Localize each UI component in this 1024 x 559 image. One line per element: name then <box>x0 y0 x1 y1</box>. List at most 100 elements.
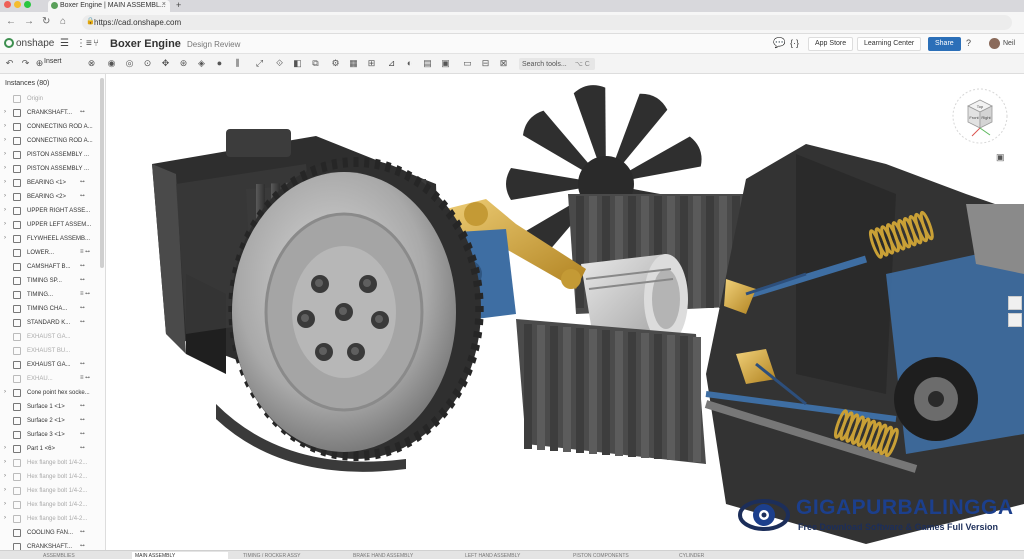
browser-tab[interactable]: Boxer Engine | MAIN ASSEMBL... × <box>48 0 170 12</box>
section-view-icon[interactable]: ▤ <box>422 58 433 69</box>
search-tools-input[interactable]: Search tools... ⌥ C <box>519 58 595 70</box>
document-tab[interactable]: CYLINDER <box>676 552 746 559</box>
configurations-panel-button[interactable] <box>1008 313 1022 327</box>
document-tab[interactable]: BRAKE HAND ASSEMBLY <box>350 552 452 559</box>
instance-row[interactable]: TIMING... ≡ ⭤ <box>0 288 105 302</box>
tangent-mate-icon[interactable]: ⤢ <box>254 58 265 69</box>
relation-icon[interactable]: ⧉ <box>310 58 321 69</box>
view-cube-top[interactable]: Top <box>977 104 984 109</box>
app-store-button[interactable]: App Store <box>808 37 854 51</box>
insert-button[interactable]: Insert <box>44 58 62 65</box>
appearance-panel-button[interactable] <box>1008 296 1022 310</box>
instance-row[interactable]: TIMING CHA... ⭤ <box>0 302 105 316</box>
expand-chevron-icon[interactable]: › <box>4 123 6 129</box>
back-icon[interactable]: ← <box>6 16 16 27</box>
instance-row[interactable]: EXHAUST GA... ⭤ <box>0 358 105 372</box>
instance-row[interactable]: STANDARD K... ⭤ <box>0 316 105 330</box>
instance-row[interactable]: Surface 2 <1> ⭤ <box>0 414 105 428</box>
instance-row[interactable]: CAMSHAFT B... ⭤ <box>0 260 105 274</box>
view-cube-right[interactable]: Right <box>981 115 991 120</box>
document-tab[interactable]: LEFT HAND ASSEMBLY <box>462 552 558 559</box>
learning-center-button[interactable]: Learning Center <box>857 37 922 51</box>
instance-row[interactable]: › Cone point hex socke... <box>0 386 105 400</box>
expand-chevron-icon[interactable]: › <box>4 389 6 395</box>
instance-row[interactable]: Surface 1 <1> ⭤ <box>0 400 105 414</box>
expand-chevron-icon[interactable]: › <box>4 473 6 479</box>
instance-row[interactable]: Surface 3 <1> ⭤ <box>0 428 105 442</box>
view-options-icon[interactable]: ▣ <box>996 152 1005 163</box>
expand-chevron-icon[interactable]: › <box>4 109 6 115</box>
document-tab[interactable]: MAIN ASSEMBLY <box>132 552 228 559</box>
menu-icon[interactable]: ☰ <box>60 38 69 49</box>
close-tab-icon[interactable]: × <box>162 1 166 8</box>
graphics-viewport[interactable] <box>106 74 1024 550</box>
cylindrical-mate-icon[interactable]: ⊛ <box>178 58 189 69</box>
user-name[interactable]: Neil <box>1003 40 1015 47</box>
expand-chevron-icon[interactable]: › <box>4 221 6 227</box>
planar-mate-icon[interactable]: ✥ <box>160 58 171 69</box>
expand-chevron-icon[interactable]: › <box>4 207 6 213</box>
new-tab-button[interactable]: + <box>176 0 181 10</box>
exploded-view-icon[interactable]: ⊟ <box>480 58 491 69</box>
code-icon[interactable]: {·} <box>790 38 799 48</box>
expand-chevron-icon[interactable]: › <box>4 445 6 451</box>
expand-chevron-icon[interactable]: › <box>4 487 6 493</box>
maximize-window-button[interactable] <box>24 1 31 8</box>
instance-row[interactable]: › BEARING <1> ⭤ <box>0 176 105 190</box>
reload-icon[interactable]: ↻ <box>42 16 50 27</box>
configuration-icon[interactable]: ⊠ <box>498 58 509 69</box>
instance-row[interactable]: CRANKSHAFT... ⭤ <box>0 540 105 550</box>
slider-mate-icon[interactable]: ⊙ <box>142 58 153 69</box>
fasten-mate-icon[interactable]: ◉ <box>106 58 117 69</box>
instance-row[interactable]: EXHAUST BU... <box>0 344 105 358</box>
instance-row[interactable]: › Hex flange bolt 1/4-2... <box>0 470 105 484</box>
circular-pattern-icon[interactable]: ⊞ <box>366 58 377 69</box>
avatar[interactable] <box>989 38 1000 49</box>
gear-relation-icon[interactable]: ⚙ <box>330 58 341 69</box>
instance-row[interactable]: Origin <box>0 92 105 106</box>
share-button[interactable]: Share <box>928 37 961 51</box>
instance-row[interactable]: COOLING FAN... ⭤ <box>0 526 105 540</box>
expand-chevron-icon[interactable]: › <box>4 151 6 157</box>
undo-icon[interactable]: ↶ <box>4 58 15 69</box>
document-tab[interactable]: TIMING / ROCKER ASSY <box>240 552 340 559</box>
ball-mate-icon[interactable]: ● <box>214 58 225 69</box>
onshape-logo[interactable]: onshape <box>4 38 54 49</box>
expand-chevron-icon[interactable]: › <box>4 501 6 507</box>
instance-row[interactable]: › Part 1 <6> ⭤ <box>0 442 105 456</box>
group-icon[interactable]: ◧ <box>292 58 303 69</box>
document-tab[interactable]: PISTON COMPONENTS <box>570 552 662 559</box>
home-icon[interactable]: ⌂ <box>60 16 66 27</box>
view-cube-front[interactable]: Front <box>969 115 979 120</box>
view-cube[interactable]: Top Front Right <box>950 86 1010 146</box>
minimize-window-button[interactable] <box>14 1 21 8</box>
expand-chevron-icon[interactable]: › <box>4 515 6 521</box>
redo-icon[interactable]: ↷ <box>20 58 31 69</box>
branch-icon[interactable]: ⑂ <box>93 38 99 49</box>
instance-row[interactable]: EXHAUST GA... <box>0 330 105 344</box>
help-icon[interactable]: ? <box>966 38 971 48</box>
instance-row[interactable]: › PISTON ASSEMBLY ... <box>0 148 105 162</box>
instance-row[interactable]: › BEARING <2> ⭤ <box>0 190 105 204</box>
feature-list-icon[interactable]: ⋮≡ <box>76 38 92 49</box>
parallel-mate-icon[interactable]: ⫼ <box>232 58 243 69</box>
instance-row[interactable]: LOWER... ≡ ⭤ <box>0 246 105 260</box>
comments-icon[interactable]: 💬 <box>773 38 785 49</box>
instance-row[interactable]: › CRANKSHAFT... ⭤ <box>0 106 105 120</box>
document-title[interactable]: Boxer Engine <box>110 38 181 50</box>
mass-properties-icon[interactable]: ◐ <box>404 58 415 69</box>
engine-model[interactable] <box>106 74 1024 550</box>
forward-icon[interactable]: → <box>24 16 34 27</box>
url-input[interactable]: 🔒 https://cad.onshape.com <box>82 15 1012 30</box>
instance-row[interactable]: › Hex flange bolt 1/4-2... <box>0 484 105 498</box>
instance-row[interactable]: TIMING SP... ⭤ <box>0 274 105 288</box>
expand-chevron-icon[interactable]: › <box>4 193 6 199</box>
instance-row[interactable]: › Hex flange bolt 1/4-2... <box>0 456 105 470</box>
animate-icon[interactable]: ▭ <box>462 58 473 69</box>
instance-row[interactable]: › UPPER LEFT ASSEM... <box>0 218 105 232</box>
measure-icon[interactable]: ⊿ <box>386 58 397 69</box>
instance-row[interactable]: › Hex flange bolt 1/4-2... <box>0 498 105 512</box>
pin-slot-mate-icon[interactable]: ◈ <box>196 58 207 69</box>
instance-row[interactable]: › FLYWHEEL ASSEMB... <box>0 232 105 246</box>
explode-icon[interactable]: ⊗ <box>86 58 97 69</box>
